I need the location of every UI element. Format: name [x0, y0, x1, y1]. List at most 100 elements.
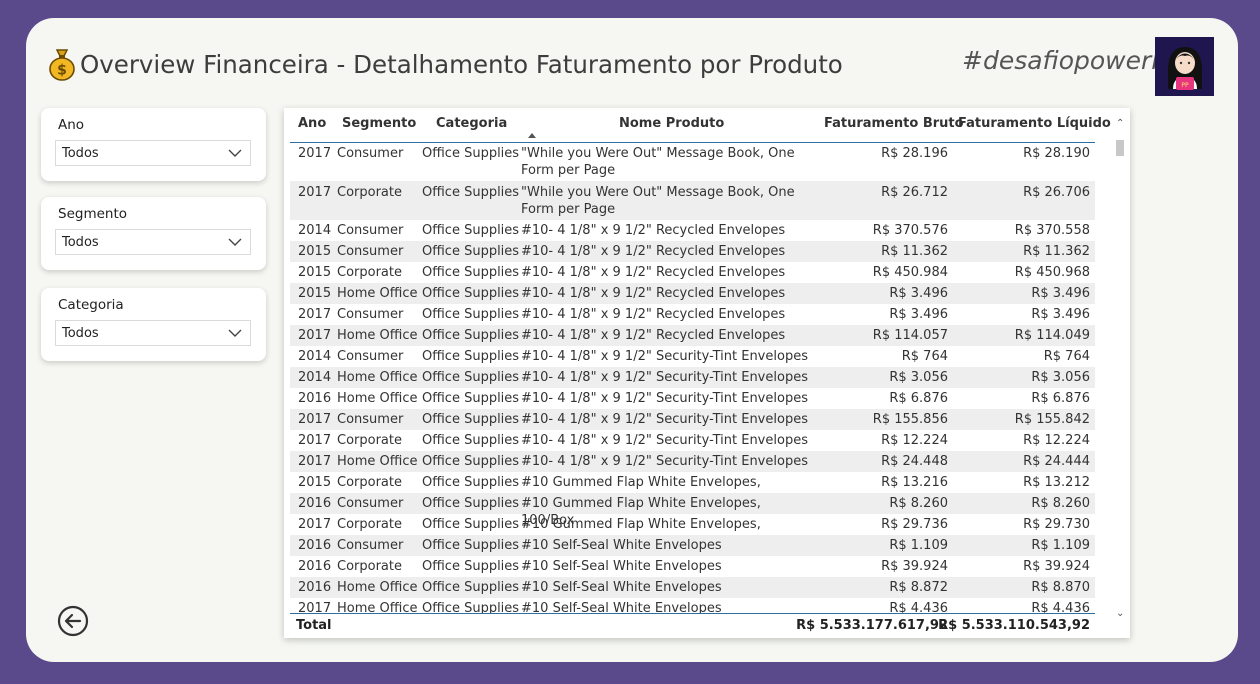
cell-faturamento-liquido: R$ 8.870 — [1031, 580, 1090, 595]
cell-ano: 2016 — [298, 391, 332, 406]
table-row[interactable]: 2016 Consumer Office Supplies #10 Gummed Fl… — [290, 493, 1095, 528]
slicer-categoria-dropdown[interactable]: Todos — [55, 320, 251, 346]
table-row[interactable]: 2017 Home Office Office Supplies #10- 4 1/8… — [290, 325, 1095, 346]
cell-segmento: Corporate — [337, 185, 402, 200]
cell-nome-produto: "While you Were Out" Message Book, One F… — [521, 185, 795, 217]
cell-categoria: Office Supplies — [422, 433, 520, 448]
slicer-segmento-dropdown[interactable]: Todos — [55, 229, 251, 255]
cell-faturamento-liquido: R$ 114.049 — [1014, 328, 1090, 343]
cell-nome-produto: #10 Self-Seal White Envelopes — [521, 559, 722, 574]
cell-faturamento-bruto: R$ 155.856 — [872, 412, 948, 427]
cell-nome-produto: #10- 4 1/8" x 9 1/2" Recycled Envelopes — [521, 286, 786, 301]
scroll-down-icon[interactable]: ⌄ — [1116, 608, 1124, 619]
cell-segmento: Corporate — [337, 559, 402, 574]
column-header-nome-produto[interactable]: Nome Produto — [619, 116, 724, 131]
table-row[interactable]: 2017 Consumer Office Supplies "While you We… — [290, 142, 1095, 181]
cell-faturamento-liquido: R$ 13.212 — [1023, 475, 1090, 490]
cell-faturamento-bruto: R$ 4.436 — [889, 601, 948, 613]
column-header-ano[interactable]: Ano — [298, 116, 326, 131]
slicer-ano-dropdown[interactable]: Todos — [55, 140, 251, 166]
column-header-faturamento-liquido[interactable]: Faturamento Líquido — [958, 116, 1111, 131]
sort-ascending-icon — [528, 133, 536, 138]
cell-faturamento-liquido: R$ 155.842 — [1014, 412, 1090, 427]
table-row[interactable]: 2014 Consumer Office Supplies #10- 4 1/8" x… — [290, 220, 1095, 241]
cell-categoria: Office Supplies — [422, 328, 520, 343]
cell-faturamento-bruto: R$ 8.260 — [889, 496, 948, 511]
product-revenue-table: Ano Segmento Categoria Nome Produto Fatu… — [284, 108, 1130, 638]
page-title: Overview Financeira - Detalhamento Fatur… — [80, 49, 843, 79]
total-faturamento-liquido: R$ 5.533.110.543,92 — [938, 618, 1090, 633]
cell-categoria: Office Supplies — [422, 538, 520, 553]
cell-segmento: Consumer — [337, 349, 404, 364]
slicer-value: Todos — [62, 145, 99, 161]
cell-faturamento-bruto: R$ 764 — [901, 349, 948, 364]
table-row[interactable]: 2017 Consumer Office Supplies #10- 4 1/8" x… — [290, 409, 1095, 430]
cell-faturamento-bruto: R$ 1.109 — [889, 538, 948, 553]
cell-nome-produto: #10- 4 1/8" x 9 1/2" Recycled Envelopes — [521, 307, 786, 322]
column-header-segmento[interactable]: Segmento — [342, 116, 416, 131]
table-row[interactable]: 2015 Corporate Office Supplies #10 Gummed F… — [290, 472, 1095, 507]
table-row[interactable]: 2014 Home Office Office Supplies #10- 4 1/8… — [290, 367, 1095, 388]
slicer-value: Todos — [62, 325, 99, 341]
cell-segmento: Home Office — [337, 391, 418, 406]
cell-faturamento-liquido: R$ 3.496 — [1031, 307, 1090, 322]
table-row[interactable]: 2016 Home Office Office Supplies #10 Self-S… — [290, 577, 1095, 598]
cell-ano: 2017 — [298, 185, 332, 200]
cell-faturamento-bruto: R$ 28.196 — [881, 146, 948, 161]
cell-segmento: Consumer — [337, 223, 404, 238]
cell-categoria: Office Supplies — [422, 223, 520, 238]
svg-text:$: $ — [57, 63, 67, 79]
slicer-ano: Ano Todos — [41, 108, 266, 181]
table-row[interactable]: 2014 Consumer Office Supplies #10- 4 1/8" x… — [290, 346, 1095, 367]
cell-faturamento-bruto: R$ 24.448 — [881, 454, 948, 469]
table-row[interactable]: 2017 Corporate Office Supplies "While you W… — [290, 181, 1095, 220]
cell-nome-produto: #10 Self-Seal White Envelopes — [521, 580, 722, 595]
cell-segmento: Consumer — [337, 496, 404, 511]
column-header-categoria[interactable]: Categoria — [436, 116, 507, 131]
cell-faturamento-liquido: R$ 370.558 — [1014, 223, 1090, 238]
cell-ano: 2014 — [298, 370, 332, 385]
cell-faturamento-liquido: R$ 3.056 — [1031, 370, 1090, 385]
cell-faturamento-bruto: R$ 370.576 — [872, 223, 948, 238]
table-row[interactable]: 2017 Consumer Office Supplies #10- 4 1/8" x… — [290, 304, 1095, 325]
total-faturamento-bruto: R$ 5.533.177.617,92 — [796, 618, 948, 633]
cell-segmento: Corporate — [337, 433, 402, 448]
cell-segmento: Home Office — [337, 370, 418, 385]
scrollbar-thumb[interactable] — [1116, 140, 1124, 156]
table-row[interactable]: 2015 Home Office Office Supplies #10- 4 1/8… — [290, 283, 1095, 304]
cell-nome-produto: #10- 4 1/8" x 9 1/2" Recycled Envelopes — [521, 244, 786, 259]
cell-faturamento-bruto: R$ 8.872 — [889, 580, 948, 595]
table-row[interactable]: 2015 Consumer Office Supplies #10- 4 1/8" x… — [290, 241, 1095, 262]
cell-faturamento-bruto: R$ 450.984 — [872, 265, 948, 280]
money-bag-icon: $ — [48, 47, 76, 81]
cell-faturamento-liquido: R$ 26.706 — [1023, 185, 1090, 200]
cell-categoria: Office Supplies — [422, 517, 520, 532]
cell-segmento: Home Office — [337, 601, 418, 613]
cell-nome-produto: #10- 4 1/8" x 9 1/2" Security-Tint Envel… — [521, 433, 808, 448]
cell-nome-produto: #10- 4 1/8" x 9 1/2" Recycled Envelopes — [521, 223, 786, 238]
table-row[interactable]: 2017 Corporate Office Supplies #10 Gummed F… — [290, 514, 1095, 549]
table-row[interactable]: 2017 Home Office Office Supplies #10 Self-S… — [290, 598, 1095, 613]
table-row[interactable]: 2017 Corporate Office Supplies #10- 4 1/8" … — [290, 430, 1095, 451]
cell-ano: 2017 — [298, 412, 332, 427]
cell-faturamento-bruto: R$ 114.057 — [872, 328, 948, 343]
table-row[interactable]: 2016 Home Office Office Supplies #10- 4 1/8… — [290, 388, 1095, 409]
table-row[interactable]: 2016 Corporate Office Supplies #10 Self-Sea… — [290, 556, 1095, 577]
cell-categoria: Office Supplies — [422, 185, 520, 200]
cell-faturamento-bruto: R$ 39.924 — [881, 559, 948, 574]
cell-faturamento-bruto: R$ 3.496 — [889, 307, 948, 322]
cell-ano: 2017 — [298, 146, 332, 161]
scroll-up-icon[interactable]: ⌃ — [1116, 118, 1124, 129]
avatar-illustration-icon: PP — [1167, 46, 1202, 90]
table-row[interactable]: 2015 Corporate Office Supplies #10- 4 1/8" … — [290, 262, 1095, 283]
table-row[interactable]: 2016 Consumer Office Supplies #10 Self-Seal… — [290, 535, 1095, 556]
cell-faturamento-bruto: R$ 26.712 — [881, 185, 948, 200]
cell-ano: 2017 — [298, 601, 332, 613]
vertical-scrollbar[interactable]: ⌃ ⌄ — [1113, 118, 1127, 623]
cell-segmento: Corporate — [337, 475, 402, 490]
cell-segmento: Home Office — [337, 454, 418, 469]
back-arrow-icon[interactable] — [57, 605, 89, 637]
column-header-faturamento-bruto[interactable]: Faturamento Bruto — [824, 116, 964, 131]
cell-nome-produto: #10- 4 1/8" x 9 1/2" Security-Tint Envel… — [521, 370, 808, 385]
table-row[interactable]: 2017 Home Office Office Supplies #10- 4 1/8… — [290, 451, 1095, 472]
